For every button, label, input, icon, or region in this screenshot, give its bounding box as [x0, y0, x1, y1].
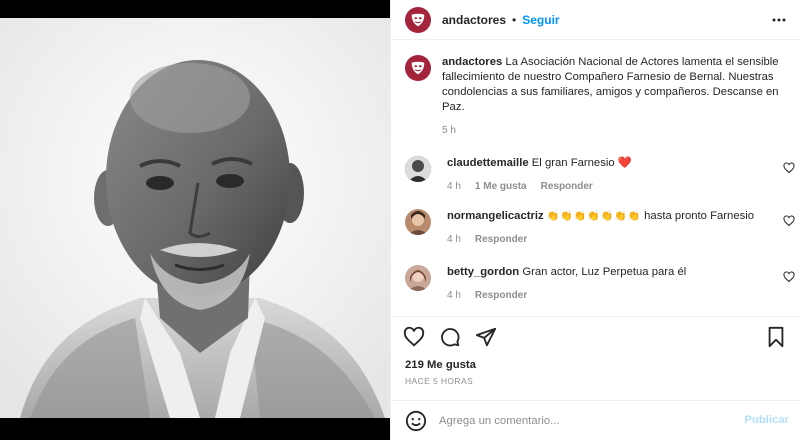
post-caption: andactores La Asociación Nacional de Act… — [405, 55, 782, 138]
post-header: andactores • Seguir — [391, 0, 800, 40]
reply-button[interactable]: Responder — [475, 288, 527, 303]
comment-time[interactable]: 4 h — [447, 288, 461, 303]
like-comment-icon[interactable] — [783, 271, 795, 283]
commenter-avatar[interactable] — [405, 156, 431, 182]
post-sidebar: andactores • Seguir andactores La Asocia… — [390, 0, 800, 440]
portrait-image — [0, 18, 390, 418]
theater-mask-icon — [411, 13, 425, 26]
comment-body: normangelicactriz 👏👏👏👏👏👏👏 hasta pronto F… — [447, 209, 767, 247]
brand-avatar[interactable] — [405, 6, 431, 33]
comment-body: betty_gordon Gran actor, Luz Perpetua pa… — [447, 265, 767, 303]
comment-text: hasta pronto Farnesio — [644, 210, 755, 222]
comment-time[interactable]: 4 h — [447, 179, 461, 194]
like-heart-icon[interactable] — [403, 326, 425, 348]
more-options-icon[interactable] — [771, 12, 787, 28]
likes-count[interactable]: 219 Me gusta — [405, 359, 476, 371]
comment-input[interactable] — [439, 414, 739, 427]
comment-username[interactable]: betty_gordon — [447, 266, 519, 278]
like-comment-icon[interactable] — [783, 162, 795, 174]
emoji-icon[interactable] — [405, 410, 427, 432]
caption-time[interactable]: 5 h — [442, 123, 456, 138]
instagram-post-view: andactores • Seguir andactores La Asocia… — [0, 0, 800, 440]
top-black-bar — [0, 0, 390, 18]
publish-button[interactable]: Publicar — [744, 414, 789, 426]
comment-meta: 4 h Responder — [447, 232, 767, 247]
follow-button[interactable]: Seguir — [522, 13, 559, 27]
save-bookmark-icon[interactable] — [765, 326, 787, 348]
commenter-avatar[interactable] — [405, 209, 431, 235]
separator-dot: • — [512, 12, 517, 27]
post-photo[interactable] — [0, 18, 390, 418]
caption-avatar[interactable] — [405, 55, 431, 81]
comment-username[interactable]: normangelicactriz — [447, 210, 544, 222]
comment-text: Gran actor, Luz Perpetua para él — [522, 266, 687, 278]
clapping-emoji: 👏👏👏👏👏👏👏 — [546, 211, 641, 222]
caption-username[interactable]: andactores — [442, 56, 502, 68]
user-photo-icon — [405, 156, 431, 182]
comment-item: normangelicactriz 👏👏👏👏👏👏👏 hasta pronto F… — [405, 209, 795, 247]
post-username[interactable]: andactores — [442, 13, 506, 27]
caption-meta: 5 h — [442, 123, 782, 138]
heart-emoji: ❤️ — [617, 157, 632, 169]
comment-item: claudettemaille El gran Farnesio ❤️ 4 h … — [405, 156, 795, 194]
reply-button[interactable]: Responder — [475, 232, 527, 247]
post-actions — [391, 316, 800, 356]
comment-username[interactable]: claudettemaille — [447, 157, 529, 169]
user-photo-icon — [405, 209, 431, 235]
bottom-black-bar — [0, 418, 390, 440]
comment-icon[interactable] — [439, 326, 461, 348]
share-icon[interactable] — [475, 326, 497, 348]
comments-section: andactores La Asociación Nacional de Act… — [391, 41, 800, 316]
caption-body: andactores La Asociación Nacional de Act… — [442, 55, 782, 138]
post-timestamp[interactable]: HACE 5 HORAS — [405, 376, 473, 386]
theater-mask-icon — [411, 61, 425, 75]
comment-time[interactable]: 4 h — [447, 232, 461, 247]
commenter-avatar[interactable] — [405, 265, 431, 291]
like-comment-icon[interactable] — [783, 215, 795, 227]
reply-button[interactable]: Responder — [541, 179, 593, 194]
user-photo-icon — [405, 265, 431, 291]
comment-composer: Publicar — [391, 400, 800, 440]
comment-text: El gran Farnesio — [531, 157, 615, 169]
comment-item: betty_gordon Gran actor, Luz Perpetua pa… — [405, 265, 795, 303]
comment-likes[interactable]: 1 Me gusta — [475, 179, 527, 194]
comment-meta: 4 h Responder — [447, 288, 767, 303]
comment-meta: 4 h 1 Me gusta Responder — [447, 179, 767, 194]
comment-body: claudettemaille El gran Farnesio ❤️ 4 h … — [447, 156, 767, 194]
